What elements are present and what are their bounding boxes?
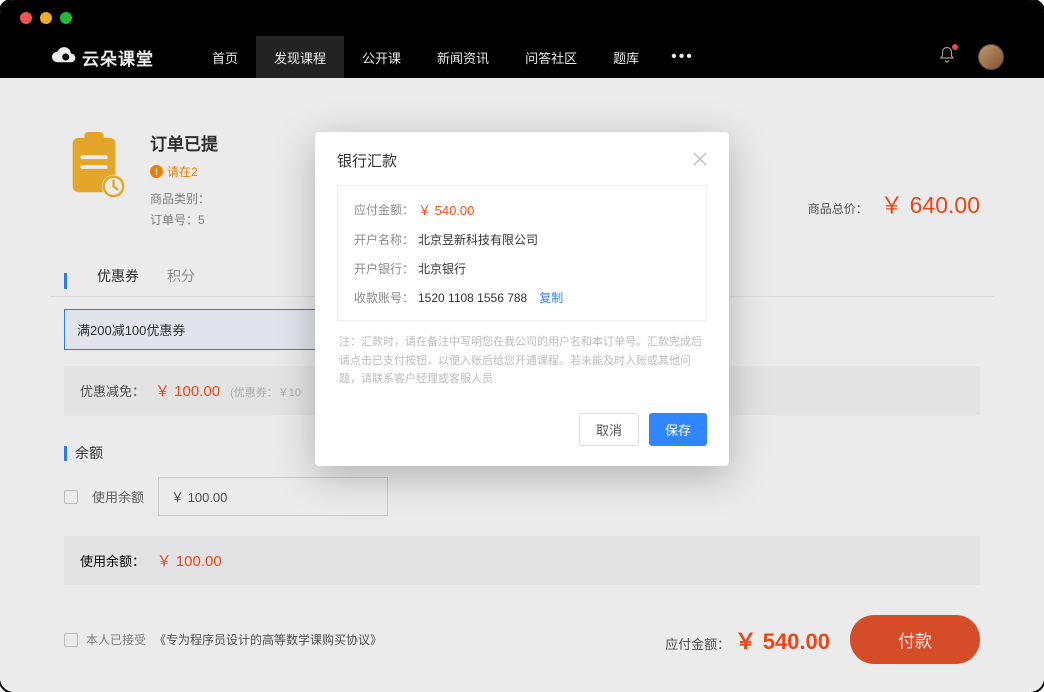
modal-bank-value: 北京银行 — [418, 260, 466, 277]
modal-note: 注：汇款时，请在备注中写明您在我公司的用户名和本订单号。汇款完成后请点击已支付按… — [337, 321, 707, 389]
modal-account-no-value: 1520 1108 1556 788 — [418, 291, 527, 305]
modal-cancel-button[interactable]: 取消 — [579, 413, 639, 446]
modal-overlay: 银行汇款 应付金额： ￥ 540.00 开户名称： 北京昱新科技有限公司 — [0, 0, 1044, 692]
modal-close-button[interactable] — [693, 150, 707, 171]
modal-bank-label: 开户银行： — [354, 260, 418, 277]
modal-account-name-label: 开户名称： — [354, 231, 418, 248]
modal-save-button[interactable]: 保存 — [649, 413, 707, 446]
close-icon — [693, 152, 707, 166]
modal-account-name-value: 北京昱新科技有限公司 — [418, 231, 538, 248]
modal-amount-label: 应付金额： — [354, 201, 418, 218]
modal-title: 银行汇款 — [337, 150, 397, 171]
modal-amount-value: ￥ 540.00 — [418, 200, 474, 219]
bank-transfer-modal: 银行汇款 应付金额： ￥ 540.00 开户名称： 北京昱新科技有限公司 — [315, 132, 729, 466]
copy-button[interactable]: 复制 — [539, 289, 563, 306]
modal-account-no-label: 收款账号： — [354, 289, 418, 306]
